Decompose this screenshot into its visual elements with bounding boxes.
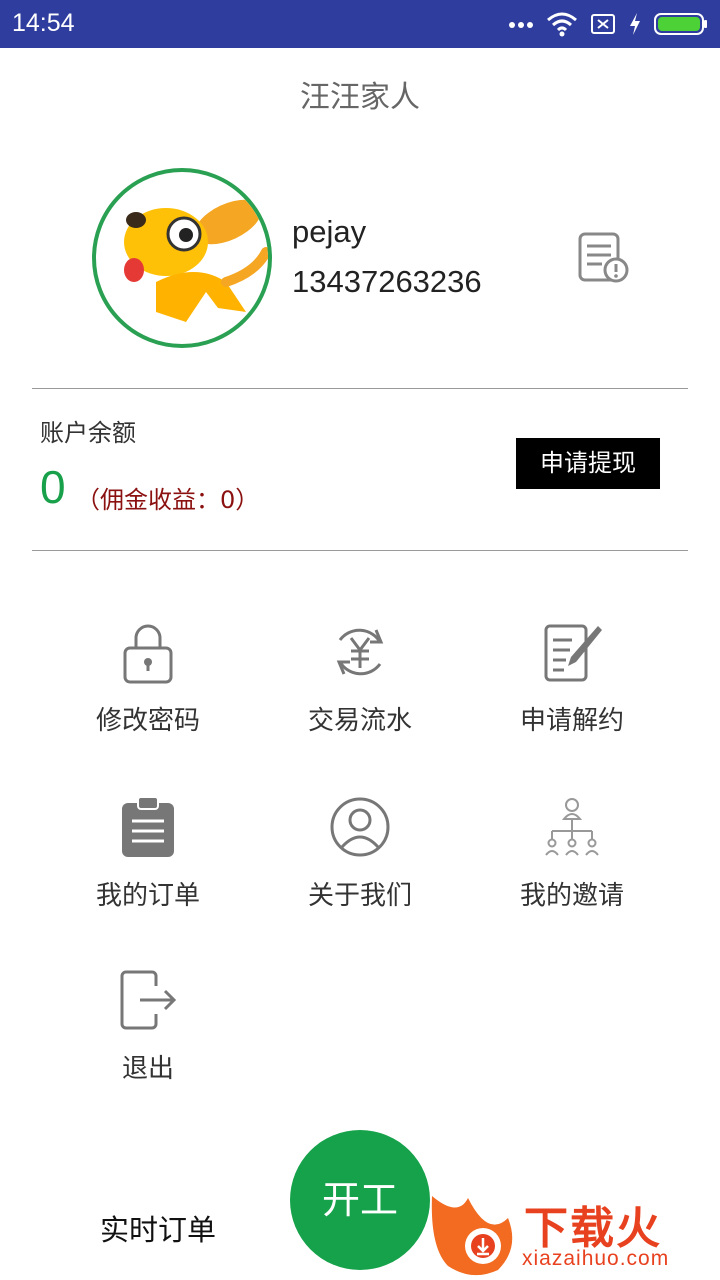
- document-edit-icon: [544, 624, 602, 682]
- menu-label: 我的订单: [95, 881, 200, 911]
- start-work-button[interactable]: 开工: [290, 1130, 430, 1270]
- menu-label: 退出: [121, 1054, 174, 1084]
- lock-icon: [123, 624, 173, 684]
- user-phone: 13437263236: [292, 264, 482, 299]
- menu-label: 修改密码: [95, 706, 200, 736]
- logout-icon: [120, 970, 177, 1030]
- menu-about-us[interactable]: 关于我们: [260, 795, 460, 945]
- clipboard-icon: [122, 796, 174, 857]
- tab-realtime-orders[interactable]: 实时订单: [100, 1207, 216, 1249]
- page-title: 汪汪家人: [300, 80, 420, 115]
- status-bar: 14:54: [0, 0, 720, 48]
- sim-off-icon: [591, 14, 615, 34]
- withdraw-button[interactable]: 申请提现: [516, 438, 660, 489]
- user-circle-icon: [330, 797, 390, 857]
- charging-icon: [630, 13, 640, 35]
- balance-amount: 0: [40, 461, 66, 513]
- divider: [32, 550, 688, 551]
- menu-label: 关于我们: [307, 881, 412, 911]
- menu-my-invites[interactable]: 我的邀请: [472, 795, 672, 945]
- menu-label: 交易流水: [307, 706, 412, 736]
- menu-label: 申请解约: [519, 706, 624, 736]
- menu-apply-cancel[interactable]: 申请解约: [472, 620, 672, 770]
- menu-label: 我的邀请: [519, 881, 624, 911]
- yuan-exchange-icon: [336, 628, 384, 676]
- commission-text: （佣金收益：0）: [76, 486, 260, 514]
- wifi-icon: [547, 12, 577, 37]
- menu-logout[interactable]: 退出: [48, 968, 248, 1118]
- dog-logo-icon: [124, 199, 268, 322]
- menu-my-orders[interactable]: 我的订单: [48, 795, 248, 945]
- status-time: 14:54: [12, 9, 75, 37]
- status-icons: [508, 10, 708, 38]
- user-name: pejay: [292, 214, 367, 249]
- menu-transactions[interactable]: 交易流水: [260, 620, 460, 770]
- watermark-url: xiazaihuo.com: [522, 1247, 670, 1270]
- more-dots-icon: [509, 22, 533, 28]
- org-chart-icon: [545, 798, 599, 856]
- balance-label: 账户余额: [40, 419, 136, 447]
- menu-change-password[interactable]: 修改密码: [48, 620, 248, 770]
- battery-icon: [654, 13, 707, 35]
- avatar[interactable]: [92, 168, 272, 348]
- divider: [32, 388, 688, 389]
- notice-document-icon[interactable]: [574, 230, 630, 286]
